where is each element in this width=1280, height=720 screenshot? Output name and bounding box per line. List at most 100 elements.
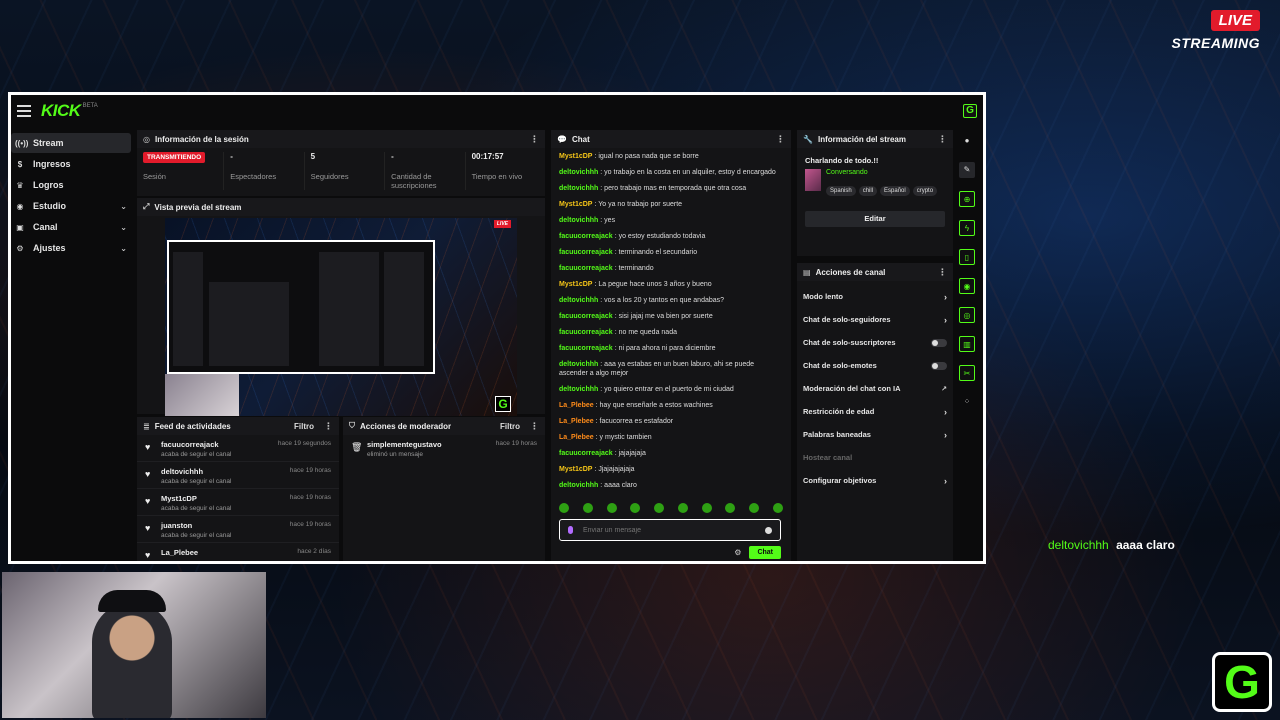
chat-username[interactable]: deltovichhh — [559, 386, 598, 393]
emoji-icon[interactable] — [765, 526, 772, 534]
channel-option[interactable]: Moderación del chat con IA ↗ — [797, 377, 953, 400]
gear-icon[interactable]: ⚙ — [734, 548, 741, 557]
chat-username[interactable]: facuucorreajack — [559, 233, 613, 240]
chat-send-button[interactable]: Chat — [749, 546, 781, 559]
emote-icon[interactable] — [559, 503, 569, 513]
chat-username[interactable]: deltovichhh — [559, 361, 598, 368]
emote-icon[interactable] — [725, 503, 736, 513]
chat-username[interactable]: La_Plebee — [559, 418, 594, 425]
info-icon[interactable]: ● — [959, 133, 975, 149]
sidebar-item-logros[interactable]: ♛ Logros — [11, 175, 131, 195]
more-icon[interactable]: ⋮ — [938, 267, 947, 278]
channel-option[interactable]: Restricción de edad › — [797, 400, 953, 423]
chat-message: Myst1cDP: Yo ya no trabajo por suerte — [559, 201, 683, 208]
edit-button[interactable]: Editar — [805, 211, 945, 227]
chevron-right-icon: › — [944, 291, 947, 302]
category-name[interactable]: Conversando — [826, 169, 940, 176]
sidebar-item-ingresos[interactable]: $ Ingresos — [11, 154, 131, 174]
microphone-icon[interactable] — [568, 526, 573, 534]
chat-username[interactable]: facuucorreajack — [559, 450, 613, 457]
channel-icon: ▣ — [16, 222, 24, 232]
chat-message: deltovichhh: pero trabajo mas en tempora… — [559, 185, 747, 192]
chat-text: no me queda nada — [618, 329, 677, 336]
chat-username[interactable]: Myst1cDP — [559, 466, 592, 473]
chat-username[interactable]: deltovichhh — [559, 297, 598, 304]
chat-username[interactable]: facuucorreajack — [559, 249, 613, 256]
sidebar-item-ajustes[interactable]: ⚙ Ajustes ⌄ — [11, 238, 131, 258]
channel-option[interactable]: Chat de solo-suscriptores — [797, 331, 953, 354]
chat-username[interactable]: Myst1cDP — [559, 153, 592, 160]
list-item: ♥ juanston acaba de seguir el canal hace … — [137, 516, 339, 543]
sidebar-item-canal[interactable]: ▣ Canal ⌄ — [11, 217, 131, 237]
sidebar-item-estudio[interactable]: ◉ Estudio ⌄ — [11, 196, 131, 216]
stat-live-time: 00:17:57 Tiempo en vivo — [471, 152, 523, 181]
emote-icon[interactable] — [630, 503, 641, 513]
chat-bubble-icon[interactable]: ◉ — [959, 278, 975, 294]
tag: crypto — [912, 186, 938, 196]
toggle-switch[interactable] — [931, 361, 947, 370]
stat-viewers: - Espectadores — [224, 152, 305, 190]
chat-text: yo trabajo en la costa en un alquiler, e… — [604, 169, 776, 176]
channel-actions-panel: ▤ Acciones de canal ⋮ Modo lento › Chat de… — [797, 263, 953, 561]
channel-option[interactable]: Hostear canal — [797, 446, 953, 469]
document-icon[interactable]: ▯ — [959, 249, 975, 265]
chat-message-input[interactable] — [583, 526, 765, 534]
emote-icon[interactable] — [749, 503, 760, 513]
broadcast-icon[interactable]: ◎ — [959, 307, 975, 323]
list-item: ♥ La_Plebee hace 2 días — [137, 543, 339, 561]
channel-option[interactable]: Chat de solo-emotes — [797, 354, 953, 377]
dollar-icon: $ — [17, 159, 23, 169]
chat-username[interactable]: Myst1cDP — [559, 281, 592, 288]
channel-options: Modo lento › Chat de solo-seguidores › Chat … — [797, 281, 953, 492]
channel-option[interactable]: Modo lento › — [797, 285, 953, 308]
chat-username[interactable]: La_Plebee — [559, 402, 594, 409]
g-avatar-icon[interactable]: G — [963, 104, 977, 118]
target-icon[interactable]: ⊕ — [959, 191, 975, 207]
channel-option[interactable]: Configurar objetivos › — [797, 469, 953, 492]
emote-icon[interactable] — [606, 503, 617, 513]
kick-dashboard-window: KICK BETA G ((•)) Stream $ Ingresos ♛ Lo… — [8, 92, 986, 564]
emote-icon[interactable] — [772, 503, 783, 513]
chat-username[interactable]: Myst1cDP — [559, 201, 592, 208]
chat-message: deltovichhh: yes — [559, 217, 616, 224]
chat-username[interactable]: facuucorreajack — [559, 313, 613, 320]
emote-icon[interactable] — [677, 503, 688, 513]
chat-username[interactable]: deltovichhh — [559, 217, 598, 224]
more-icon[interactable]: ⋮ — [530, 134, 539, 145]
more-icon[interactable]: ⋮ — [938, 134, 947, 145]
chat-username[interactable]: facuucorreajack — [559, 345, 613, 352]
chevron-down-icon: ⌄ — [120, 243, 127, 253]
channel-option[interactable]: Palabras baneadas › — [797, 423, 953, 446]
lightning-icon[interactable]: ϟ — [959, 220, 975, 236]
emote-icon[interactable] — [582, 503, 593, 513]
menu-icon[interactable] — [17, 105, 31, 117]
chat-username[interactable]: deltovichhh — [559, 169, 598, 176]
chat-username[interactable]: facuucorreajack — [559, 265, 613, 272]
session-title: Información de la sesión — [154, 134, 249, 144]
shield-icon: ⛉ — [349, 421, 355, 430]
more-icon[interactable]: ⋮ — [530, 421, 539, 432]
pencil-icon[interactable]: ✎ — [959, 162, 975, 178]
chat-username[interactable]: facuucorreajack — [559, 329, 613, 336]
emote-icon[interactable] — [701, 503, 712, 513]
emote-icon[interactable] — [654, 503, 665, 513]
feed-filter-button[interactable]: Filtro — [294, 422, 314, 431]
chat-username[interactable]: deltovichhh — [559, 185, 598, 192]
user-card-icon[interactable]: ▥ — [959, 336, 975, 352]
channel-option[interactable]: Chat de solo-seguidores › — [797, 308, 953, 331]
chat-username[interactable]: deltovichhh — [559, 482, 598, 489]
chat-message: deltovichhh: aaa ya estabas en un buen l… — [559, 361, 755, 377]
chat-username[interactable]: La_Plebee — [559, 434, 594, 441]
toggle-switch[interactable] — [931, 338, 947, 347]
stream-preview-video[interactable]: LIVE G — [165, 218, 517, 416]
sidebar-item-stream[interactable]: ((•)) Stream — [11, 133, 131, 153]
wrench-icon[interactable]: ✂ — [959, 365, 975, 381]
live-streaming-badge: LIVE STREAMING — [1155, 10, 1260, 58]
chevron-right-icon: › — [944, 314, 947, 325]
kick-logo[interactable]: KICK — [41, 101, 81, 121]
more-icon[interactable]: ⋮ — [776, 134, 785, 145]
more-icon[interactable]: ⋮ — [324, 421, 333, 432]
apps-icon[interactable]: ⁘ — [959, 394, 975, 410]
modactions-filter-button[interactable]: Filtro — [500, 422, 520, 431]
chevron-right-icon: › — [944, 406, 947, 417]
